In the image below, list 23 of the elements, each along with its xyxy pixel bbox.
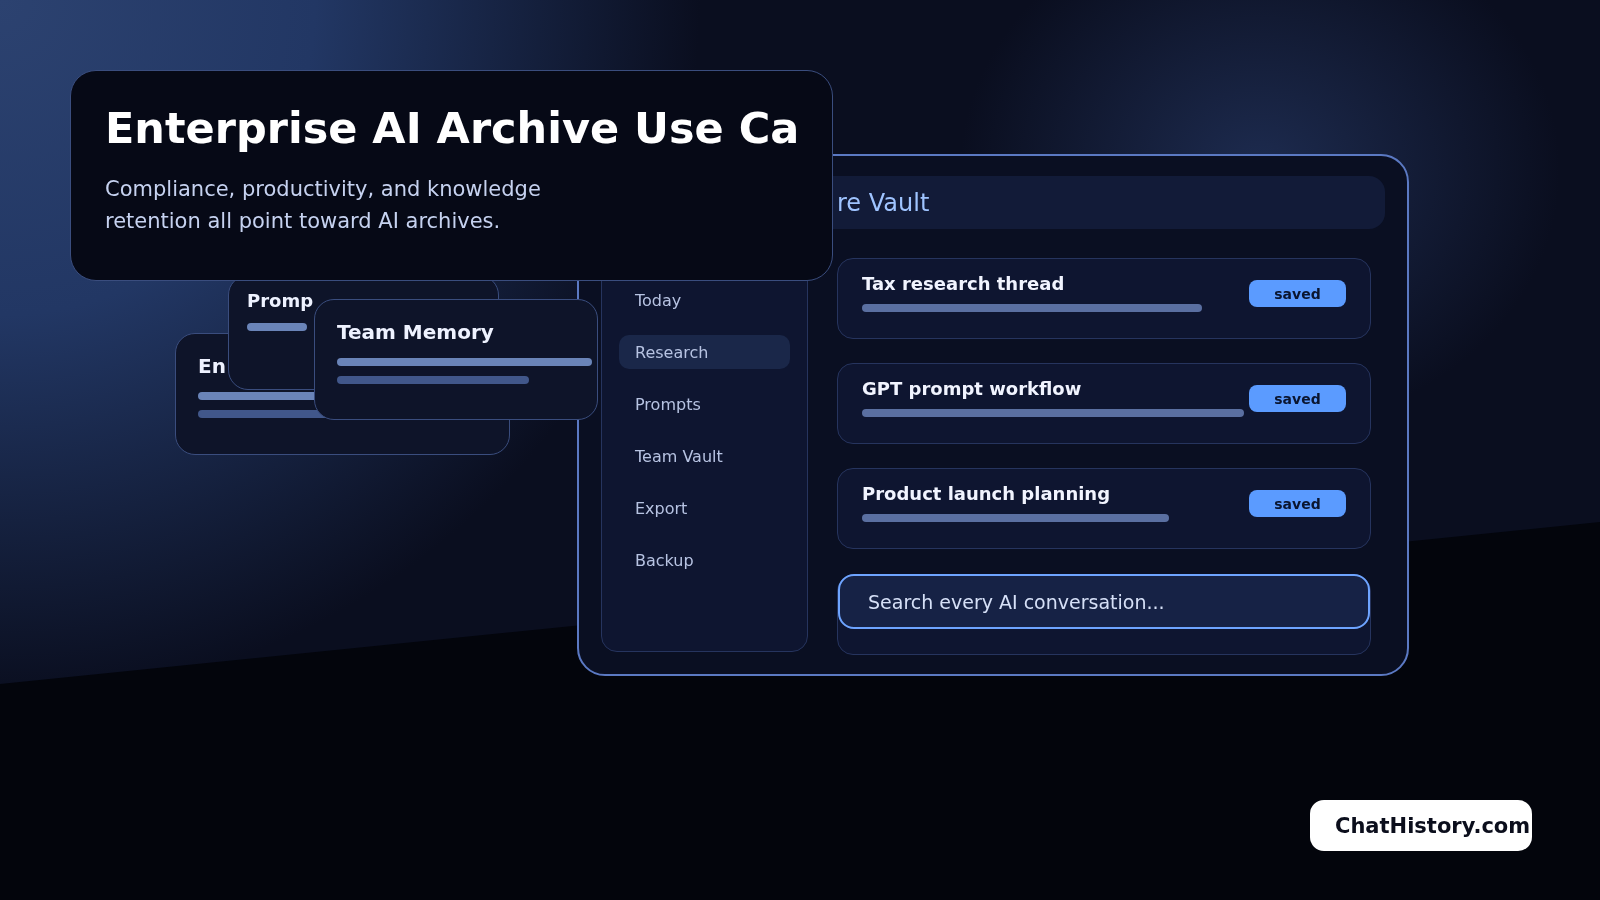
conversation-title: GPT prompt workflow [862,378,1083,399]
sidebar-item[interactable]: Today [619,283,790,317]
sidebar-item[interactable]: Research [619,335,790,369]
sidebar-item[interactable]: Export [619,491,790,525]
conversation-card[interactable]: GPT prompt workflow saved [837,363,1371,444]
conversation-card[interactable]: Tax research thread saved [837,258,1371,339]
sidebar-item[interactable]: Backup [619,543,790,577]
saved-badge: saved [1249,385,1346,412]
card-title: En [198,354,226,378]
saved-badge: saved [1249,490,1346,517]
brand-badge: ChatHistory.com [1310,800,1532,851]
sidebar-item[interactable]: Team Vault [619,439,790,473]
placeholder-line [247,323,307,331]
conversation-title: Tax research thread [862,273,1066,294]
conversation-title: Product launch planning [862,483,1112,504]
conversation-card[interactable]: Product launch planning saved [837,468,1371,549]
subtitle: Compliance, productivity, and knowledge retention all point toward AI archives. [105,175,542,235]
sidebar-item[interactable]: Prompts [619,387,790,421]
page-title: Enterprise AI Archive Use Ca [105,103,798,155]
card-title: Promp [247,290,314,311]
search-field[interactable]: Search every AI conversation... [838,574,1370,629]
saved-badge: saved [1249,280,1346,307]
card-title: Team Memory [337,320,494,344]
